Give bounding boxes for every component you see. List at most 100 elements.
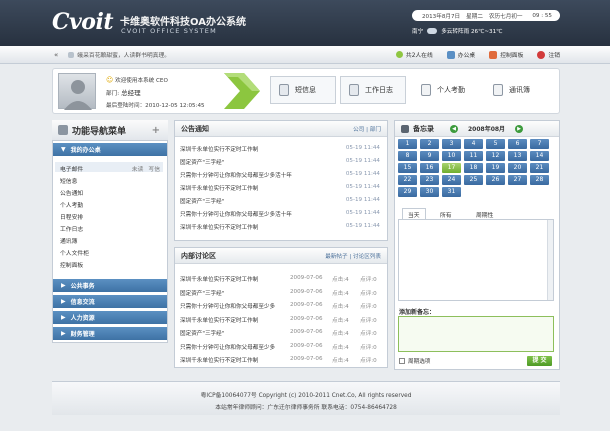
unread-link[interactable]: 未读 (132, 164, 144, 173)
sidebar-section-finance[interactable]: ▶ 财务管理 (53, 327, 167, 340)
smile-icon: ☺ (106, 76, 114, 84)
memo-list[interactable] (398, 219, 554, 301)
calendar-day[interactable]: 20 (508, 163, 527, 173)
discussion-row[interactable]: 深圳千永单位实行不定时工作制 2009-07-06 点击:4 点评:0 (180, 275, 386, 283)
calendar-day[interactable]: 22 (398, 175, 417, 185)
sidebar-item-contacts[interactable]: 通讯簿 (60, 236, 77, 245)
sidebar-item-control-panel[interactable]: 控制面板 (60, 260, 83, 269)
calendar-day[interactable]: 13 (508, 151, 527, 161)
cloud-icon (427, 28, 438, 34)
calendar-day[interactable]: 9 (420, 151, 439, 161)
calendar-day[interactable]: 29 (398, 187, 417, 197)
announcement-row[interactable]: 只需你十分钟可让你和你父母都至少多活十年 05-19 11:44 (180, 171, 380, 179)
green-arrow-icon (224, 73, 260, 109)
calendar-day[interactable]: 26 (486, 175, 505, 185)
discussion-row[interactable]: 深圳千永单位实行不定时工作制 2009-07-06 点击:4 点评:0 (180, 356, 386, 364)
sidebar-section-communication[interactable]: ▶ 信息交流 (53, 295, 167, 308)
sidebar-item-sms[interactable]: 短信息 (60, 176, 77, 185)
online-users-link[interactable]: 共2人在线 (395, 50, 433, 59)
announcements-filter-links[interactable]: 公司 | 部门 (353, 125, 381, 133)
sidebar-item-email[interactable]: 电子邮件 未读 写信 (60, 164, 160, 173)
weekday-text: 星期二 (466, 13, 483, 20)
calendar-day[interactable]: 15 (398, 163, 417, 173)
contacts-button[interactable]: 通讯簿 (484, 76, 554, 104)
welcome-text: ☺ 欢迎使用本系统 CEO (106, 76, 168, 84)
worklog-button[interactable]: 工作日志 (340, 76, 406, 104)
discussion-row[interactable]: 只需你十分钟可让你和你父母都至少多 2009-07-06 点击:4 点评:0 (180, 302, 386, 310)
user-silhouette-icon (64, 80, 92, 110)
sidebar-section-hr[interactable]: ▶ 人力资源 (53, 311, 167, 324)
sidebar-item-worklog[interactable]: 工作日志 (60, 224, 83, 233)
add-menu-button[interactable]: + (152, 125, 160, 136)
announcement-row[interactable]: 深圳千永单位实行不定时工作制 05-19 11:44 (180, 184, 380, 192)
chevron-right-icon: ▶ (61, 282, 66, 289)
next-month-button[interactable]: ▶ (515, 124, 524, 133)
tab-periodic[interactable]: 周期性 (476, 210, 493, 219)
lawyer-info-text: 本站常年律师顾问：广东迁尔律师事务所 联系电话：0754-86464728 (215, 405, 397, 411)
calendar-day[interactable]: 3 (442, 139, 461, 149)
address-book-icon (493, 84, 503, 96)
announcement-row[interactable]: 固定资产"三字经" 05-19 11:44 (180, 158, 380, 166)
calendar-day[interactable]: 17 (442, 163, 461, 173)
announcement-row[interactable]: 只需你十分钟可让你和你父母都至少多活十年 05-19 11:44 (180, 210, 380, 218)
calendar-day[interactable]: 10 (442, 151, 461, 161)
messages-button[interactable]: 短信息 (270, 76, 336, 104)
announcement-row[interactable]: 深圳千永单位实行不定时工作制 05-19 11:44 (180, 223, 380, 231)
prev-month-button[interactable]: ◀ (450, 124, 458, 133)
announcement-row[interactable]: 深圳千永单位实行不定时工作制 05-19 11:44 (180, 145, 380, 153)
cycle-option[interactable]: 周期选项 (399, 357, 430, 365)
scrollbar[interactable] (547, 220, 553, 300)
calendar-day[interactable]: 19 (486, 163, 505, 173)
calendar-day[interactable]: 16 (420, 163, 439, 173)
submit-memo-button[interactable]: 提 交 (527, 356, 552, 366)
calendar-day[interactable]: 4 (464, 139, 483, 149)
sidebar-item-file-cabinet[interactable]: 个人文件柜 (60, 248, 89, 257)
compose-link[interactable]: 写信 (148, 164, 160, 173)
calendar-day[interactable]: 25 (464, 175, 483, 185)
sidebar-item-notices[interactable]: 公告通知 (60, 188, 83, 197)
calendar-day[interactable]: 14 (530, 151, 549, 161)
calendar-day[interactable]: 8 (398, 151, 417, 161)
calendar-day[interactable]: 21 (530, 163, 549, 173)
calendar-day[interactable]: 28 (530, 175, 549, 185)
calendar-day[interactable]: 1 (398, 139, 417, 149)
attendance-button[interactable]: 个人考勤 (412, 76, 482, 104)
calendar-day[interactable]: 23 (420, 175, 439, 185)
tab-all[interactable]: 所有 (440, 210, 452, 219)
logout-button[interactable]: 注销 (537, 50, 560, 59)
discussion-row[interactable]: 固定资产"三字经" 2009-07-06 点击:4 点评:0 (180, 289, 386, 297)
discussion-row[interactable]: 固定资产"三字经" 2009-07-06 点击:4 点评:0 (180, 329, 386, 337)
logo: Cvoit (52, 9, 114, 35)
cycle-checkbox[interactable] (399, 358, 405, 364)
sidebar-item-schedule[interactable]: 日程安排 (60, 212, 83, 221)
power-icon (537, 50, 546, 59)
announcement-row[interactable]: 固定资产"三字经" 05-19 11:44 (180, 197, 380, 205)
calendar-day[interactable]: 5 (486, 139, 505, 149)
collapse-button[interactable]: « (54, 51, 58, 59)
date-bar: 2013年8月7日 星期二 农历七月初一 09 : 55 (412, 10, 560, 21)
calendar-day[interactable]: 11 (464, 151, 483, 161)
discussion-row[interactable]: 只需你十分钟可让你和你父母都至少多 2009-07-06 点击:4 点评:0 (180, 343, 386, 351)
calendar-day[interactable]: 6 (508, 139, 527, 149)
calendar-day[interactable]: 31 (442, 187, 461, 197)
control-panel-button[interactable]: 控制面板 (489, 50, 523, 59)
sidebar-section-my-office[interactable]: ▼ 我的办公桌 (53, 143, 167, 156)
calendar-day[interactable]: 12 (486, 151, 505, 161)
sidebar-section-public[interactable]: ▶ 公共事务 (53, 279, 167, 292)
menu-icon (58, 125, 68, 135)
calendar-day[interactable]: 30 (420, 187, 439, 197)
weather-text: 多云转阵雨 26℃~31℃ (441, 29, 503, 35)
department-line: 部门: 总经理 (106, 89, 141, 97)
office-desk-button[interactable]: 办公桌 (446, 50, 475, 59)
calendar-day[interactable]: 2 (420, 139, 439, 149)
calendar-day[interactable]: 27 (508, 175, 527, 185)
discussion-links[interactable]: 最新帖子 | 讨论区列表 (325, 252, 381, 260)
desk-icon (446, 50, 455, 59)
calendar-day[interactable]: 18 (464, 163, 483, 173)
user-online-icon (395, 51, 403, 58)
calendar-day[interactable]: 7 (530, 139, 549, 149)
discussion-row[interactable]: 深圳千永单位实行不定时工作制 2009-07-06 点击:4 点评:0 (180, 316, 386, 324)
new-memo-input[interactable] (398, 316, 554, 352)
calendar-day[interactable]: 24 (442, 175, 461, 185)
sidebar-item-attendance[interactable]: 个人考勤 (60, 200, 83, 209)
